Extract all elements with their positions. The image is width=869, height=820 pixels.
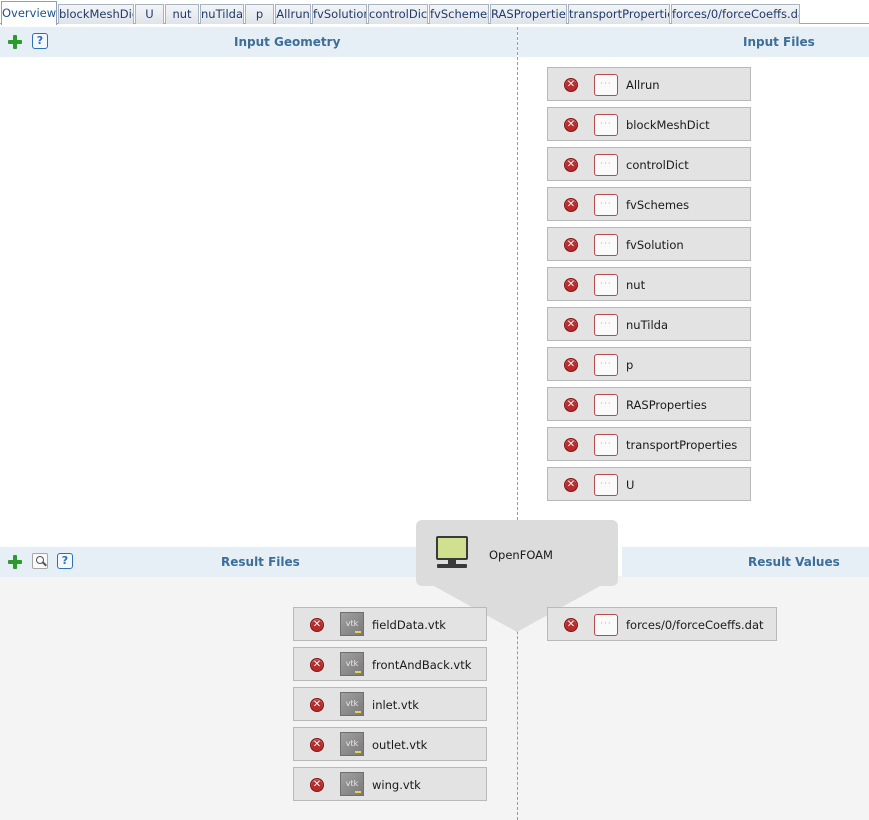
remove-icon[interactable]: ✕	[564, 118, 578, 132]
file-label: frontAndBack.vtk	[372, 658, 472, 672]
input-file-item[interactable]: ✕ ··· fvSolution	[547, 227, 751, 261]
file-label: Allrun	[626, 78, 660, 92]
result-file-item[interactable]: ✕ vtk fieldData.vtk	[293, 607, 487, 641]
input-file-item[interactable]: ✕ ··· Allrun	[547, 67, 751, 101]
file-icon: ···	[594, 614, 618, 636]
tab-controldict[interactable]: controlDict	[368, 4, 428, 24]
tab-blockmeshdict[interactable]: blockMeshDict	[58, 4, 134, 24]
result-file-item[interactable]: ✕ vtk inlet.vtk	[293, 687, 487, 721]
file-icon: ···	[594, 154, 618, 176]
openfoam-label: OpenFOAM	[489, 548, 553, 562]
file-icon: ···	[594, 274, 618, 296]
remove-icon[interactable]: ✕	[564, 358, 578, 372]
input-files-title: Input Files	[743, 35, 815, 49]
vtk-file-icon: vtk	[340, 612, 364, 636]
file-icon: ···	[594, 114, 618, 136]
remove-icon[interactable]: ✕	[564, 78, 578, 92]
remove-icon[interactable]: ✕	[564, 398, 578, 412]
result-files-title: Result Files	[221, 555, 300, 569]
remove-icon[interactable]: ✕	[310, 738, 324, 752]
input-file-item[interactable]: ✕ ··· controlDict	[547, 147, 751, 181]
input-files-header: Input Files	[518, 27, 869, 57]
input-geometry-header: ? Input Geometry	[0, 27, 517, 57]
tab-rasproperties[interactable]: RASProperties	[490, 4, 567, 24]
file-label: fieldData.vtk	[372, 618, 446, 632]
file-label: blockMeshDict	[626, 118, 710, 132]
vtk-file-icon: vtk	[340, 652, 364, 676]
result-values-title: Result Values	[748, 555, 840, 569]
input-file-item[interactable]: ✕ ··· U	[547, 467, 751, 501]
tab-nutilda[interactable]: nuTilda	[200, 4, 244, 24]
file-label: transportProperties	[626, 438, 738, 452]
input-file-item[interactable]: ✕ ··· blockMeshDict	[547, 107, 751, 141]
file-label: inlet.vtk	[372, 698, 419, 712]
tab-forcecoeffs[interactable]: forces/0/forceCoeffs.dat	[671, 4, 800, 24]
tab-allrun[interactable]: Allrun	[275, 4, 311, 24]
remove-icon[interactable]: ✕	[564, 618, 578, 632]
input-file-item[interactable]: ✕ ··· RASProperties	[547, 387, 751, 421]
help-icon[interactable]: ?	[32, 33, 48, 49]
add-icon[interactable]	[8, 35, 22, 49]
remove-icon[interactable]: ✕	[564, 438, 578, 452]
monitor-icon	[436, 536, 468, 560]
file-icon: ···	[594, 354, 618, 376]
input-file-item[interactable]: ✕ ··· transportProperties	[547, 427, 751, 461]
vtk-file-icon: vtk	[340, 772, 364, 796]
file-icon: ···	[594, 314, 618, 336]
result-files-header: ? Result Files	[0, 547, 416, 577]
file-label: U	[626, 478, 635, 492]
tab-bar: Overview blockMeshDict U nut nuTilda p A…	[0, 0, 869, 25]
file-label: forces/0/forceCoeffs.dat	[626, 618, 764, 632]
file-label: controlDict	[626, 158, 689, 172]
remove-icon[interactable]: ✕	[564, 318, 578, 332]
remove-icon[interactable]: ✕	[310, 658, 324, 672]
remove-icon[interactable]: ✕	[564, 158, 578, 172]
file-label: wing.vtk	[372, 778, 421, 792]
help-icon[interactable]: ?	[57, 553, 73, 569]
add-icon[interactable]	[8, 555, 22, 569]
remove-icon[interactable]: ✕	[564, 278, 578, 292]
file-label: fvSchemes	[626, 198, 690, 212]
file-label: fvSolution	[626, 238, 684, 252]
file-label: outlet.vtk	[372, 738, 428, 752]
remove-icon[interactable]: ✕	[310, 618, 324, 632]
input-file-item[interactable]: ✕ ··· nut	[547, 267, 751, 301]
file-icon: ···	[594, 474, 618, 496]
remove-icon[interactable]: ✕	[310, 778, 324, 792]
file-icon: ···	[594, 194, 618, 216]
vtk-file-icon: vtk	[340, 732, 364, 756]
result-value-item[interactable]: ✕ ··· forces/0/forceCoeffs.dat	[547, 607, 777, 641]
result-values-header: Result Values	[622, 547, 869, 577]
remove-icon[interactable]: ✕	[564, 238, 578, 252]
vtk-file-icon: vtk	[340, 692, 364, 716]
file-label: RASProperties	[626, 398, 707, 412]
remove-icon[interactable]: ✕	[564, 198, 578, 212]
input-file-item[interactable]: ✕ ··· p	[547, 347, 751, 381]
tab-p[interactable]: p	[245, 4, 274, 24]
input-file-item[interactable]: ✕ ··· fvSchemes	[547, 187, 751, 221]
file-icon: ···	[594, 74, 618, 96]
input-file-item[interactable]: ✕ ··· nuTilda	[547, 307, 751, 341]
monitor-base	[437, 564, 467, 568]
tab-nut[interactable]: nut	[165, 4, 199, 24]
file-label: p	[626, 358, 634, 372]
result-file-item[interactable]: ✕ vtk frontAndBack.vtk	[293, 647, 487, 681]
tab-u[interactable]: U	[135, 4, 164, 24]
remove-icon[interactable]: ✕	[310, 698, 324, 712]
file-icon: ···	[594, 394, 618, 416]
search-icon[interactable]	[32, 553, 48, 569]
tab-transportproperties[interactable]: transportProperties	[568, 4, 670, 24]
tab-fvsolution[interactable]: fvSolution	[312, 4, 367, 24]
file-icon: ···	[594, 434, 618, 456]
input-geometry-title: Input Geometry	[234, 35, 341, 49]
file-label: nut	[626, 278, 646, 292]
file-icon: ···	[594, 234, 618, 256]
app-window: Overview blockMeshDict U nut nuTilda p A…	[0, 0, 869, 820]
remove-icon[interactable]: ✕	[564, 478, 578, 492]
result-file-item[interactable]: ✕ vtk outlet.vtk	[293, 727, 487, 761]
file-label: nuTilda	[626, 318, 668, 332]
tab-overview[interactable]: Overview	[1, 1, 57, 25]
tab-fvschemes[interactable]: fvSchemes	[429, 4, 489, 24]
result-file-item[interactable]: ✕ vtk wing.vtk	[293, 767, 487, 801]
